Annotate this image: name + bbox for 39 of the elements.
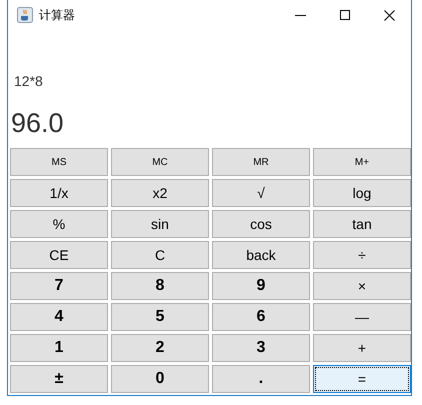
- calculator-key[interactable]: cos: [212, 210, 310, 238]
- calculator-key[interactable]: 9: [212, 272, 310, 300]
- calculator-key[interactable]: C: [111, 241, 209, 269]
- calculator-key[interactable]: 7: [10, 272, 108, 300]
- maximize-icon[interactable]: [340, 10, 350, 20]
- coffee-cup-icon: [17, 7, 33, 23]
- calculator-key[interactable]: ±: [10, 365, 108, 393]
- calculator-key[interactable]: MC: [111, 148, 209, 176]
- calculator-key[interactable]: MR: [212, 148, 310, 176]
- calculator-key[interactable]: sin: [111, 210, 209, 238]
- calculator-key[interactable]: ×: [313, 272, 411, 300]
- calculator-key[interactable]: 1: [10, 334, 108, 362]
- calculator-key[interactable]: —: [313, 303, 411, 331]
- calculator-key[interactable]: ÷: [313, 241, 411, 269]
- calculator-key[interactable]: .: [212, 365, 310, 393]
- calculator-key[interactable]: 4: [10, 303, 108, 331]
- calculator-key[interactable]: back: [212, 241, 310, 269]
- calculator-key[interactable]: 3: [212, 334, 310, 362]
- calculator-key[interactable]: 6: [212, 303, 310, 331]
- calculator-key[interactable]: 8: [111, 272, 209, 300]
- calculator-key[interactable]: %: [10, 210, 108, 238]
- calculator-key[interactable]: =: [313, 365, 411, 393]
- calculator-key[interactable]: √: [212, 179, 310, 207]
- calculator-key[interactable]: log: [313, 179, 411, 207]
- calculator-key[interactable]: 0: [111, 365, 209, 393]
- window-title: 计算器: [39, 6, 75, 24]
- calculator-key[interactable]: x2: [111, 179, 209, 207]
- calculator-key[interactable]: MS: [10, 148, 108, 176]
- result-text: 96.0: [11, 108, 65, 139]
- close-icon[interactable]: [384, 10, 395, 20]
- calculator-key[interactable]: CE: [10, 241, 108, 269]
- calculator-key[interactable]: M+: [313, 148, 411, 176]
- calculator-key[interactable]: tan: [313, 210, 411, 238]
- calculator-key[interactable]: 1/x: [10, 179, 108, 207]
- calculator-key[interactable]: +: [313, 334, 411, 362]
- expression-text: 12*8: [13, 73, 44, 89]
- calculator-key[interactable]: 2: [111, 334, 209, 362]
- minimize-icon[interactable]: [295, 14, 306, 16]
- calculator-key[interactable]: 5: [111, 303, 209, 331]
